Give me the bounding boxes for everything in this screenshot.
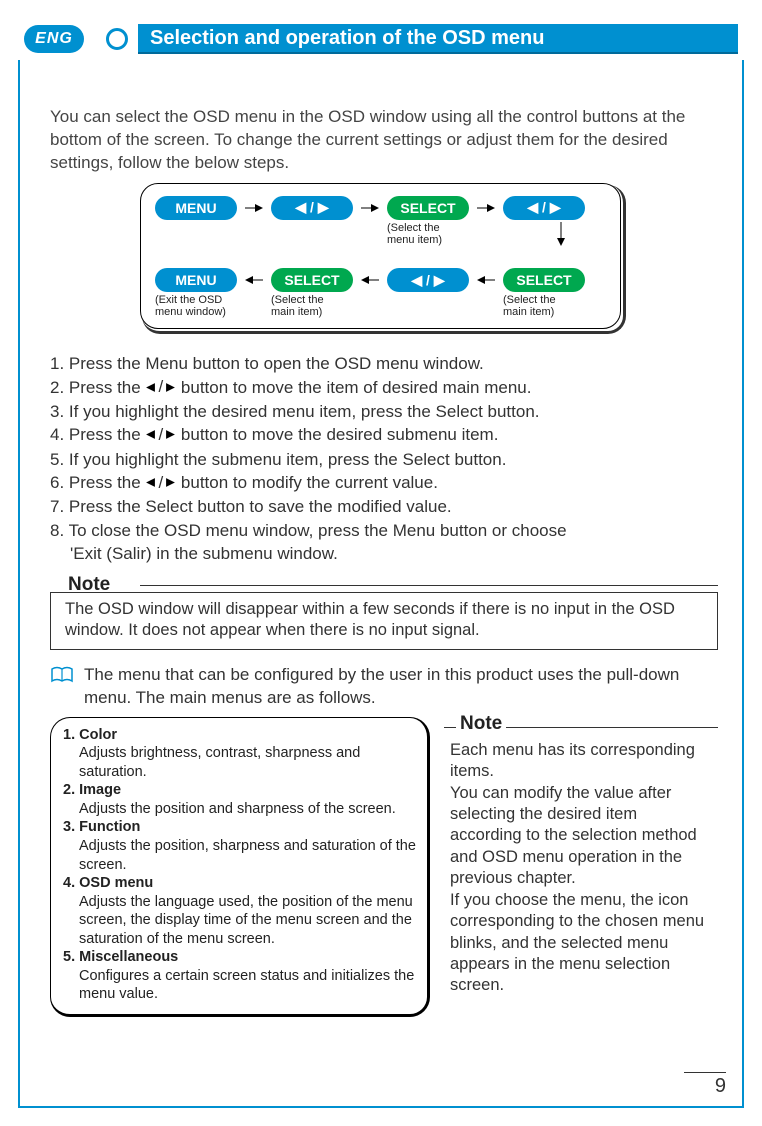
arrow-left-icon (475, 268, 497, 292)
note-box: Each menu has its corresponding items. Y… (444, 727, 718, 1005)
book-icon (50, 666, 76, 708)
step-5: 5. If you highlight the submenu item, pr… (50, 448, 718, 471)
pulldown-description-row: The menu that can be configured by the u… (50, 664, 718, 708)
page-frame: ENG Selection and operation of the OSD m… (18, 18, 744, 1108)
menu-desc-5: Configures a certain screen status and i… (63, 967, 417, 1004)
arrows-button-pill: ◀ / ▶ (503, 196, 585, 220)
language-badge: ENG (24, 25, 84, 53)
menu-title-4: 4. OSD menu (63, 875, 153, 891)
note-2: Note Each menu has its corresponding ite… (444, 717, 718, 1017)
flow-row-2: MENU (Exit the OSD menu window) SELECT (… (155, 268, 606, 318)
arrows-button-pill: ◀ / ▶ (271, 196, 353, 220)
step-text: button to move the item of desired main … (181, 378, 532, 397)
menu-title-3: 3. Function (63, 819, 140, 835)
flow-row-1: MENU ◀ / ▶ SELECT (Select the menu item) (155, 196, 606, 246)
content-area: You can select the OSD menu in the OSD w… (50, 106, 718, 1096)
arrows-button-pill: ◀ / ▶ (387, 268, 469, 292)
step-7: 7. Press the Select button to save the m… (50, 495, 718, 518)
flow-caption: (Exit the OSD menu window) (155, 294, 237, 318)
menu-list: 1. Color Adjusts brightness, contrast, s… (50, 717, 430, 1017)
step-1: 1. Press the Menu button to open the OSD… (50, 352, 718, 375)
flow-caption: (Select the main item) (271, 294, 353, 318)
step-8-cont: 'Exit (Salir) in the submenu window. (50, 542, 718, 565)
intro-paragraph: You can select the OSD menu in the OSD w… (50, 106, 718, 175)
menu-title-5: 5. Miscellaneous (63, 949, 178, 965)
step-text: button to move the desired submenu item. (181, 425, 499, 444)
menu-button-pill: MENU (155, 196, 237, 220)
step-text: 2. Press the (50, 378, 145, 397)
circle-icon (106, 28, 128, 50)
menu-desc-3: Adjusts the position, sharpness and satu… (63, 837, 417, 874)
menu-title-2: 2. Image (63, 782, 121, 798)
menu-title-1: 1. Color (63, 727, 117, 743)
menu-desc-1: Adjusts brightness, contrast, sharpness … (63, 744, 417, 781)
menu-list-frame: 1. Color Adjusts brightness, contrast, s… (50, 717, 430, 1017)
step-text: button to modify the current value. (181, 473, 438, 492)
left-right-arrows-icon: / (145, 375, 176, 398)
select-button-pill: SELECT (503, 268, 585, 292)
left-right-arrows-icon: / (145, 423, 176, 446)
step-4: 4. Press the / button to move the desire… (50, 423, 718, 447)
flow-diagram: MENU ◀ / ▶ SELECT (Select the menu item) (142, 185, 626, 334)
step-8: 8. To close the OSD menu window, press t… (50, 519, 718, 542)
bottom-columns: 1. Color Adjusts brightness, contrast, s… (50, 717, 718, 1017)
menu-button-pill: MENU (155, 268, 237, 292)
arrow-left-icon (359, 268, 381, 292)
header-bar: ENG Selection and operation of the OSD m… (18, 18, 744, 60)
arrow-right-icon (359, 196, 381, 220)
flow-caption: (Select the menu item) (387, 222, 469, 246)
menu-desc-4: Adjusts the language used, the position … (63, 893, 417, 949)
arrow-right-icon (475, 196, 497, 220)
step-text: 6. Press the (50, 473, 145, 492)
note-box: The OSD window will disappear within a f… (50, 592, 718, 651)
menu-desc-2: Adjusts the position and sharpness of th… (63, 800, 417, 819)
step-text: 4. Press the (50, 425, 145, 444)
pulldown-description: The menu that can be configured by the u… (84, 664, 718, 708)
arrow-down-icon (556, 222, 566, 249)
left-right-arrows-icon: / (145, 471, 176, 494)
page-title: Selection and operation of the OSD menu (138, 24, 738, 54)
step-3: 3. If you highlight the desired menu ite… (50, 400, 718, 423)
select-button-pill: SELECT (271, 268, 353, 292)
page-number: 9 (684, 1072, 726, 1098)
select-button-pill: SELECT (387, 196, 469, 220)
flow-caption: (Select the main item) (503, 294, 585, 318)
note-1: Note The OSD window will disappear withi… (50, 574, 718, 651)
step-6: 6. Press the / button to modify the curr… (50, 471, 718, 495)
arrow-right-icon (243, 196, 265, 220)
arrow-left-icon (243, 268, 265, 292)
step-2: 2. Press the / button to move the item o… (50, 376, 718, 400)
note-label: Note (456, 713, 506, 735)
note-divider (140, 585, 718, 586)
steps-list: 1. Press the Menu button to open the OSD… (50, 352, 718, 565)
